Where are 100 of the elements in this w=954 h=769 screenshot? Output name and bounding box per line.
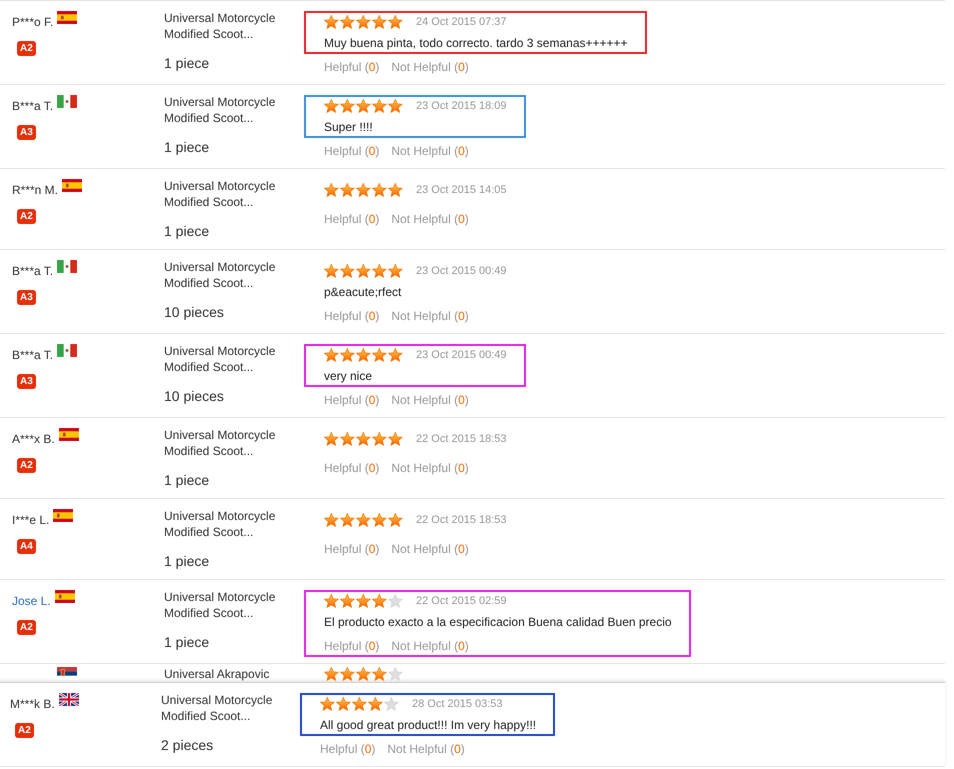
helpful-link[interactable]: Helpful (0)	[324, 59, 380, 75]
star-icon	[352, 697, 367, 711]
reviewer-name: B***a T.	[12, 263, 54, 279]
star-icon	[340, 183, 355, 197]
level-badge: A2	[17, 458, 36, 473]
helpful-link[interactable]: Helpful (0)	[320, 741, 376, 757]
product-link[interactable]: Universal Motorcycle Modified Scoot...	[164, 343, 290, 375]
level-badge: A2	[17, 41, 36, 56]
star-icon	[340, 99, 355, 113]
star-icon	[340, 432, 355, 446]
star-icon	[356, 15, 371, 29]
level-badge: A2	[17, 209, 36, 224]
flag-icon	[58, 693, 79, 706]
quantity-text: 10 pieces	[164, 303, 224, 321]
not-helpful-link[interactable]: Not Helpful (0)	[391, 211, 469, 227]
star-icon	[356, 348, 371, 362]
helpful-link[interactable]: Helpful (0)	[324, 211, 380, 227]
helpful-link[interactable]: Helpful (0)	[324, 541, 380, 557]
helpful-link[interactable]: Helpful (0)	[324, 308, 380, 324]
product-link[interactable]: Universal Motorcycle Modified Scoot...	[164, 94, 290, 126]
star-icon	[356, 594, 371, 608]
level-badge: A3	[17, 125, 36, 140]
flag-icon	[54, 590, 75, 603]
star-icon	[356, 99, 371, 113]
reviewer-name: P***o F.	[12, 14, 54, 30]
product-link[interactable]: Universal Motorcycle Modified Scoot...	[164, 259, 290, 291]
reviewer-name: B***a T.	[12, 98, 54, 114]
star-icon	[372, 264, 387, 278]
star-icon	[356, 264, 371, 278]
flag-icon	[57, 95, 78, 108]
review-text: Muy buena pinta, todo correcto. tardo 3 semanas++++++	[324, 35, 628, 51]
star-icon	[388, 348, 403, 362]
product-link[interactable]: Universal Motorcycle Modified Scoot...	[164, 178, 290, 210]
star-icon	[340, 264, 355, 278]
star-icon	[368, 697, 383, 711]
star-icon	[372, 183, 387, 197]
star-icon	[356, 513, 371, 527]
helpful-link[interactable]: Helpful (0)	[324, 392, 380, 408]
star-icon	[324, 15, 339, 29]
not-helpful-link[interactable]: Not Helpful (0)	[391, 143, 469, 159]
reviewer-link[interactable]: Jose L.	[12, 593, 51, 609]
helpful-link[interactable]: Helpful (0)	[324, 638, 380, 654]
product-link[interactable]: Universal Motorcycle Modified Scoot...	[161, 692, 287, 724]
review-text: p&eacute;rfect	[324, 284, 402, 300]
star-icon	[324, 667, 339, 681]
quantity-text: 2 pieces	[161, 736, 214, 754]
review-date: 23 Oct 2015 14:05	[416, 183, 507, 198]
product-link[interactable]: Universal Akrapovic	[164, 667, 270, 681]
quantity-text: 1 piece	[164, 471, 210, 489]
not-helpful-link[interactable]: Not Helpful (0)	[391, 460, 469, 476]
star-icon	[388, 513, 403, 527]
level-badge: A2	[15, 723, 34, 738]
quantity-text: 1 piece	[164, 222, 210, 240]
star-icon	[324, 432, 339, 446]
star-icon	[340, 348, 355, 362]
level-badge: A3	[17, 374, 36, 389]
star-icon	[324, 99, 339, 113]
quantity-text: 1 piece	[164, 138, 210, 156]
star-icon	[388, 99, 403, 113]
star-icon	[372, 513, 387, 527]
review-date: 24 Oct 2015 07:37	[416, 15, 507, 30]
star-icon	[356, 667, 371, 681]
star-icon	[356, 183, 371, 197]
helpful-link[interactable]: Helpful (0)	[324, 143, 380, 159]
review-date: 23 Oct 2015 18:09	[416, 99, 507, 114]
review-date: 28 Oct 2015 03:53	[412, 697, 503, 712]
star-icon	[340, 15, 355, 29]
flag-icon	[57, 260, 78, 273]
flag-icon	[57, 11, 78, 24]
reviewer-name: R***n M.	[12, 182, 58, 198]
star-icon	[372, 99, 387, 113]
not-helpful-link[interactable]: Not Helpful (0)	[391, 308, 469, 324]
level-badge: A4	[17, 539, 36, 554]
helpful-link[interactable]: Helpful (0)	[324, 460, 380, 476]
star-icon	[324, 348, 339, 362]
not-helpful-link[interactable]: Not Helpful (0)	[391, 541, 469, 557]
quantity-text: 1 piece	[164, 54, 210, 72]
level-badge: A3	[17, 290, 36, 305]
star-icon	[356, 432, 371, 446]
not-helpful-link[interactable]: Not Helpful (0)	[387, 741, 465, 757]
star-icon	[324, 183, 339, 197]
star-icon	[372, 594, 387, 608]
star-icon	[388, 432, 403, 446]
review-text: El producto exacto a la especificacion Buena calidad Buen precio	[324, 614, 672, 630]
not-helpful-link[interactable]: Not Helpful (0)	[391, 638, 469, 654]
reviewer-name: I***e L.	[12, 512, 50, 528]
not-helpful-link[interactable]: Not Helpful (0)	[391, 59, 469, 75]
product-link[interactable]: Universal Motorcycle Modified Scoot...	[164, 427, 290, 459]
reviewer-name: M***k B.	[10, 696, 55, 712]
review-date: 22 Oct 2015 02:59	[416, 594, 507, 609]
level-badge: A2	[17, 620, 36, 635]
flag-icon	[57, 344, 78, 357]
product-link[interactable]: Universal Motorcycle Modified Scoot...	[164, 10, 290, 42]
review-text: Super !!!!	[324, 119, 373, 135]
star-icon	[340, 594, 355, 608]
product-link[interactable]: Universal Motorcycle Modified Scoot...	[164, 589, 290, 621]
star-icon	[388, 183, 403, 197]
product-link[interactable]: Universal Motorcycle Modified Scoot...	[164, 508, 290, 540]
review-date: 22 Oct 2015 18:53	[416, 432, 507, 447]
not-helpful-link[interactable]: Not Helpful (0)	[391, 392, 469, 408]
